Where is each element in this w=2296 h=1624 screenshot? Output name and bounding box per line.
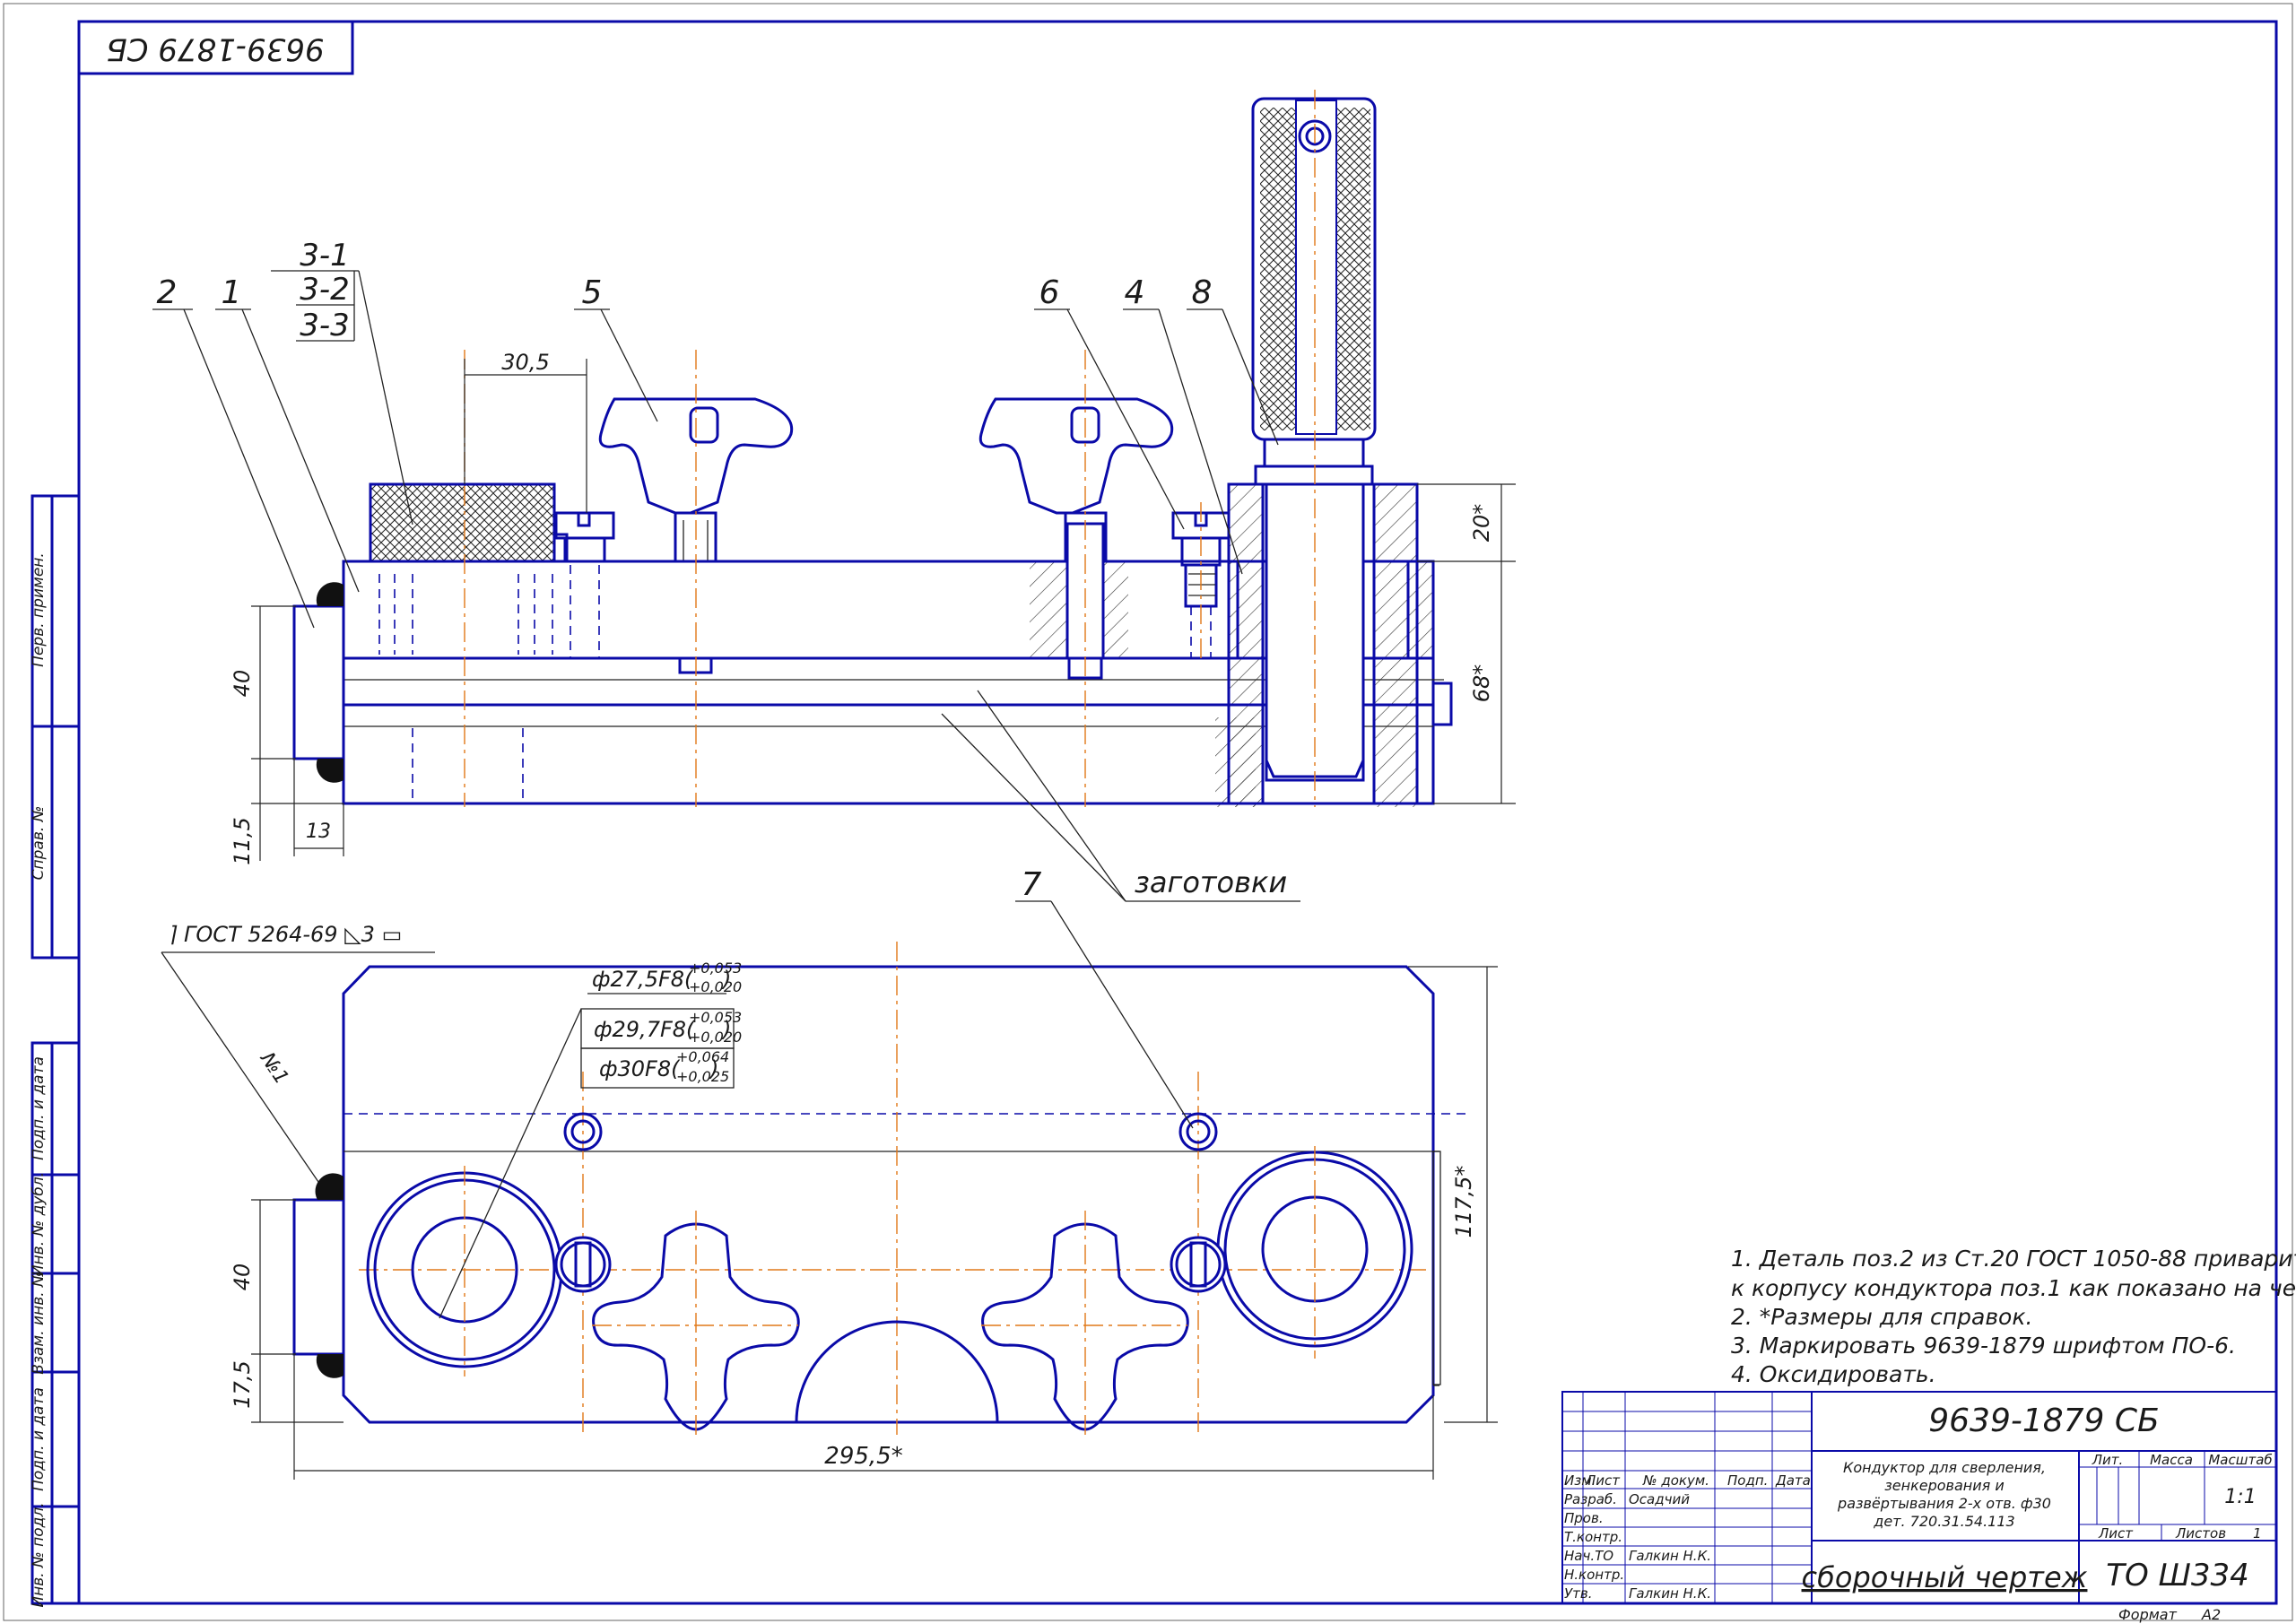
welded-plate (292, 604, 345, 760)
callout-4: 4 (1125, 274, 1145, 311)
tb-name-0: Осадчий (1629, 1491, 1690, 1507)
fit-1-close: ) (721, 967, 731, 992)
tb-title-1: зенкерования и (1884, 1477, 2004, 1494)
side-strip: Перв. примен. Справ. № Подп. и дата Инв.… (30, 494, 81, 1608)
dim-17-5: 17,5 (230, 1360, 255, 1408)
tb-sheets: 1 (2253, 1525, 2262, 1541)
dim-13: 13 (306, 821, 331, 843)
tb-role-0: Разраб. (1564, 1491, 1617, 1507)
fit-3-base: ф30F8( (599, 1056, 681, 1081)
tb-lit: Лит. (2092, 1452, 2124, 1468)
tb-org: ТО Ш334 (2106, 1558, 2249, 1594)
dim-40-bottom: 40 (230, 1264, 255, 1291)
weld-mark: ⌉ ГОСТ 5264-69 ◺3 ▭ №1 (161, 922, 435, 1183)
weld-number: №1 (255, 1048, 292, 1089)
fit-2-upper: +0,053 (689, 1009, 742, 1026)
callout-5: 5 (582, 274, 603, 311)
technical-notes: 1. Деталь поз.2 из Ст.20 ГОСТ 1050-88 пр… (1731, 1246, 2296, 1387)
tb-col-doc: № докум. (1642, 1472, 1709, 1489)
callout-1: 1 (222, 274, 242, 311)
callout-6: 6 (1039, 274, 1060, 311)
tb-scale: 1:1 (2224, 1486, 2256, 1508)
callout-blanks: заготовки (1135, 865, 1287, 899)
stamp-code-text: 9639-1879 СБ (106, 31, 324, 67)
tb-role-4: Н.контр. (1564, 1567, 1624, 1583)
tb-name-3: Галкин Н.К. (1629, 1548, 1711, 1564)
tb-col-sign: Подп. (1727, 1472, 1768, 1489)
tb-format: А2 (2201, 1606, 2221, 1623)
side-label-4: Взам. инв. № (30, 1271, 48, 1374)
dims-plan: 40 17,5 117,5* 295,5* (230, 966, 1498, 1480)
note-line-2: 2. *Размеры для справок. (1731, 1304, 2032, 1330)
callout-2: 2 (157, 274, 178, 311)
callout-7: 7 (1022, 866, 1042, 903)
note-line-1: к корпусу кондуктора поз.1 как показано … (1731, 1275, 2296, 1301)
callout-7-group: 7 (1015, 866, 1194, 1129)
dim-40-top: 40 (230, 670, 255, 698)
callout-3-1: 3-1 (300, 238, 350, 274)
tb-designation: 9639-1879 СБ (1928, 1403, 2160, 1439)
side-label-3: Инв. № дубл. (30, 1172, 48, 1276)
callout-3-2: 3-2 (300, 272, 350, 308)
fit-2-base: ф29,7F8( (594, 1017, 696, 1042)
side-label-0: Перв. примен. (30, 552, 48, 667)
knurled-bushing (369, 482, 556, 563)
side-label-6: Инв. № подл. (30, 1502, 48, 1607)
tb-col-date: Дата (1775, 1472, 1811, 1489)
note-line-4: 4. Оксидировать. (1731, 1361, 1936, 1387)
note-line-0: 1. Деталь поз.2 из Ст.20 ГОСТ 1050-88 пр… (1731, 1246, 2296, 1272)
assembly-drawing: 9639-1879 СБ Перв. примен. Справ. № Подп… (3, 3, 2296, 1623)
dim-11-5: 11,5 (230, 817, 255, 864)
fit-1-upper: +0,053 (689, 960, 742, 977)
fit-2-close: ) (721, 1017, 731, 1042)
tb-role-1: Пров. (1564, 1510, 1604, 1526)
tb-mass: Масса (2150, 1452, 2193, 1468)
plan-view: 40 17,5 117,5* 295,5* ф27,5F8( +0,053 +0… (161, 866, 1498, 1480)
dim-20: 20* (1469, 504, 1494, 543)
weld-mark-text: ⌉ ГОСТ 5264-69 ◺3 ▭ (169, 922, 402, 947)
tb-title-3: дет. 720.31.54.113 (1873, 1513, 2014, 1530)
tb-role-3: Нач.ТО (1564, 1548, 1613, 1564)
body-plan (342, 965, 1435, 1424)
tb-scale-label: Масштаб (2208, 1452, 2272, 1468)
fit-1-base: ф27,5F8( (592, 967, 694, 992)
tb-sheets-label: Листов (2175, 1525, 2226, 1541)
tb-doc-type: сборочный чертеж (1802, 1560, 2088, 1594)
tb-role-2: Т.контр. (1564, 1529, 1622, 1545)
dim-68: 68* (1469, 664, 1494, 703)
fit-3-close: ) (709, 1056, 718, 1081)
dim-295-5: 295,5* (824, 1443, 902, 1470)
side-label-1: Справ. № (30, 806, 48, 881)
dim-30-5: 30,5 (501, 350, 549, 375)
tb-format-label: Формат (2118, 1606, 2178, 1623)
tb-name-5: Галкин Н.К. (1629, 1585, 1711, 1602)
callout-3-3: 3-3 (300, 308, 350, 343)
tb-title-2: развёртывания 2-х отв. ф30 (1837, 1495, 2051, 1512)
front-view: 30,5 40 11,5 13 20* 68* 2 1 3-1 3-2 3-3 … (152, 90, 1516, 902)
note-line-3: 3. Маркировать 9639-1879 шрифтом ПО-6. (1731, 1333, 2236, 1359)
fit-1-lower: +0,020 (689, 978, 742, 995)
side-label-5: Подп. и дата (30, 1387, 48, 1491)
tb-sheet: Лист (2098, 1525, 2134, 1541)
side-label-2: Подп. и дата (30, 1056, 48, 1160)
fit-3-lower: +0,025 (676, 1068, 729, 1085)
tb-role-5: Утв. (1564, 1585, 1593, 1602)
fit-3-upper: +0,064 (676, 1048, 729, 1065)
title-block: Изм. Лист № докум. Подп. Дата Разраб. Пр… (1561, 1391, 2277, 1623)
fit-2-lower: +0,020 (689, 1029, 742, 1046)
tb-title-0: Кондуктор для сверления, (1843, 1459, 2046, 1476)
stamp-code-box: 9639-1879 СБ (77, 20, 354, 75)
tb-col-list: Лист (1585, 1472, 1621, 1489)
dim-117-5: 117,5* (1451, 1166, 1476, 1238)
callout-8: 8 (1192, 274, 1213, 311)
